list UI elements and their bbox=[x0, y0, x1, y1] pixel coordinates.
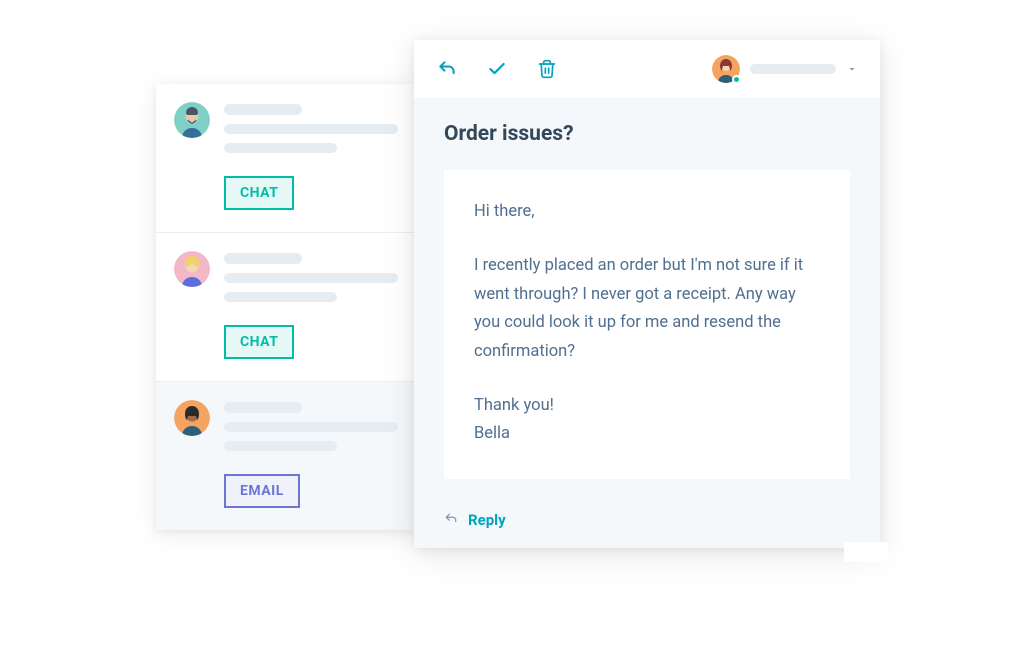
avatar bbox=[174, 102, 210, 138]
decorative-square bbox=[844, 542, 888, 562]
avatar bbox=[174, 400, 210, 436]
reply-label: Reply bbox=[468, 511, 506, 529]
message-content: Hi there, I recently placed an order but… bbox=[444, 170, 850, 479]
trash-icon[interactable] bbox=[536, 58, 558, 80]
assignee-selector[interactable] bbox=[712, 55, 858, 83]
channel-badge-chat: CHAT bbox=[224, 176, 294, 210]
message-closing: Thank you! bbox=[474, 392, 820, 420]
reply-icon[interactable] bbox=[436, 58, 458, 80]
conversation-item[interactable]: CHAT bbox=[156, 233, 416, 382]
chevron-down-icon bbox=[846, 60, 858, 79]
channel-badge-chat: CHAT bbox=[224, 325, 294, 359]
message-toolbar bbox=[414, 40, 880, 98]
conversation-item[interactable]: EMAIL bbox=[156, 382, 416, 530]
message-sender: Bella bbox=[474, 420, 820, 448]
checkmark-icon[interactable] bbox=[486, 58, 508, 80]
assignee-avatar bbox=[712, 55, 740, 83]
message-panel: Order issues? Hi there, I recently place… bbox=[414, 40, 880, 548]
reply-button[interactable]: Reply bbox=[414, 497, 880, 548]
message-greeting: Hi there, bbox=[474, 198, 820, 226]
avatar bbox=[174, 251, 210, 287]
assignee-name-placeholder bbox=[750, 64, 836, 74]
message-body: I recently placed an order but I'm not s… bbox=[474, 252, 820, 366]
message-subject: Order issues? bbox=[444, 122, 850, 146]
conversation-preview bbox=[224, 400, 398, 460]
conversation-list: CHAT CHAT bbox=[156, 84, 416, 530]
reply-arrow-icon bbox=[444, 511, 458, 530]
conversation-preview bbox=[224, 102, 398, 162]
channel-badge-email: EMAIL bbox=[224, 474, 300, 508]
conversation-preview bbox=[224, 251, 398, 311]
conversation-item[interactable]: CHAT bbox=[156, 84, 416, 233]
